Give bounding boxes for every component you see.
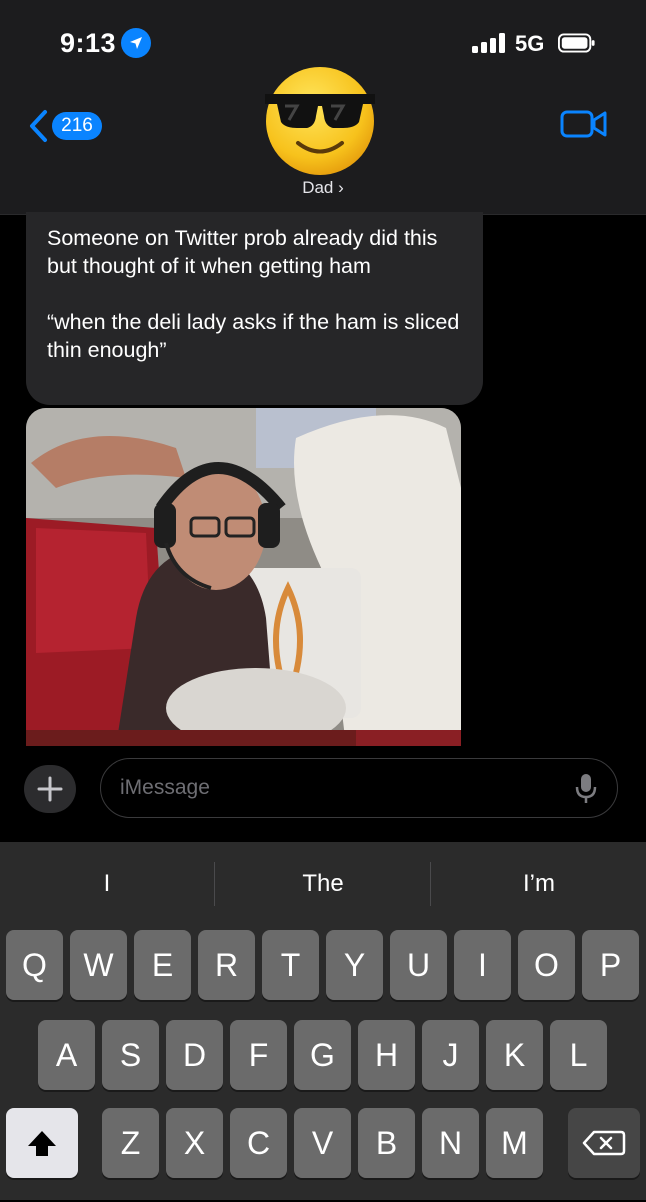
suggestion-2[interactable]: The — [216, 866, 430, 902]
gif-image — [26, 408, 461, 746]
key-v[interactable]: V — [294, 1108, 351, 1178]
unread-count-badge: 216 — [52, 112, 102, 140]
suggestion-divider — [214, 862, 215, 906]
key-f[interactable]: F — [230, 1020, 287, 1090]
key-p[interactable]: P — [582, 930, 639, 1000]
key-b[interactable]: B — [358, 1108, 415, 1178]
suggestion-3[interactable]: I’m — [432, 866, 646, 902]
key-u[interactable]: U — [390, 930, 447, 1000]
key-a[interactable]: A — [38, 1020, 95, 1090]
key-d[interactable]: D — [166, 1020, 223, 1090]
key-h[interactable]: H — [358, 1020, 415, 1090]
key-w[interactable]: W — [70, 930, 127, 1000]
key-l[interactable]: L — [550, 1020, 607, 1090]
message-paragraph: “when the deli lady asks if the ham is s… — [47, 310, 460, 362]
conversation-header: 216 Dad › — [0, 67, 646, 215]
key-i[interactable]: I — [454, 930, 511, 1000]
key-r[interactable]: R — [198, 930, 255, 1000]
key-q[interactable]: Q — [6, 930, 63, 1000]
key-g[interactable]: G — [294, 1020, 351, 1090]
key-j[interactable]: J — [422, 1020, 479, 1090]
keyboard: I The I’m Q W E R T Y U I O P A S D F G … — [0, 842, 646, 1200]
key-t[interactable]: T — [262, 930, 319, 1000]
shift-key[interactable] — [6, 1108, 78, 1178]
imessage-placeholder: iMessage — [120, 776, 210, 799]
key-k[interactable]: K — [486, 1020, 543, 1090]
suggestion-divider — [430, 862, 431, 906]
signal-bars-icon — [472, 33, 505, 53]
battery-icon — [558, 33, 595, 53]
backspace-icon — [582, 1130, 626, 1156]
microphone-icon[interactable] — [575, 773, 597, 805]
suggestion-1[interactable]: I — [0, 866, 214, 902]
key-m[interactable]: M — [486, 1108, 543, 1178]
key-z[interactable]: Z — [102, 1108, 159, 1178]
key-n[interactable]: N — [422, 1108, 479, 1178]
key-e[interactable]: E — [134, 930, 191, 1000]
shift-icon — [28, 1131, 56, 1156]
location-arrow-icon — [121, 28, 151, 58]
video-camera-icon[interactable] — [560, 106, 608, 142]
plus-icon — [37, 776, 63, 802]
chevron-left-icon — [30, 110, 47, 142]
key-x[interactable]: X — [166, 1108, 223, 1178]
back-button[interactable]: 216 — [26, 108, 116, 144]
key-o[interactable]: O — [518, 930, 575, 1000]
contact-name[interactable]: Dad › — [0, 178, 646, 198]
key-c[interactable]: C — [230, 1108, 287, 1178]
incoming-message-bubble[interactable]: Someone on Twitter prob already did this… — [26, 212, 483, 405]
status-time: 9:13 — [60, 28, 117, 58]
network-type: 5G — [515, 31, 545, 56]
contact-avatar[interactable] — [263, 64, 377, 178]
plus-button[interactable] — [24, 765, 76, 813]
key-s[interactable]: S — [102, 1020, 159, 1090]
key-y[interactable]: Y — [326, 930, 383, 1000]
message-paragraph: Someone on Twitter prob already did this… — [47, 226, 438, 278]
backspace-key[interactable] — [568, 1108, 640, 1178]
imessage-input[interactable]: iMessage — [100, 758, 618, 818]
gif-attachment[interactable] — [26, 408, 461, 746]
